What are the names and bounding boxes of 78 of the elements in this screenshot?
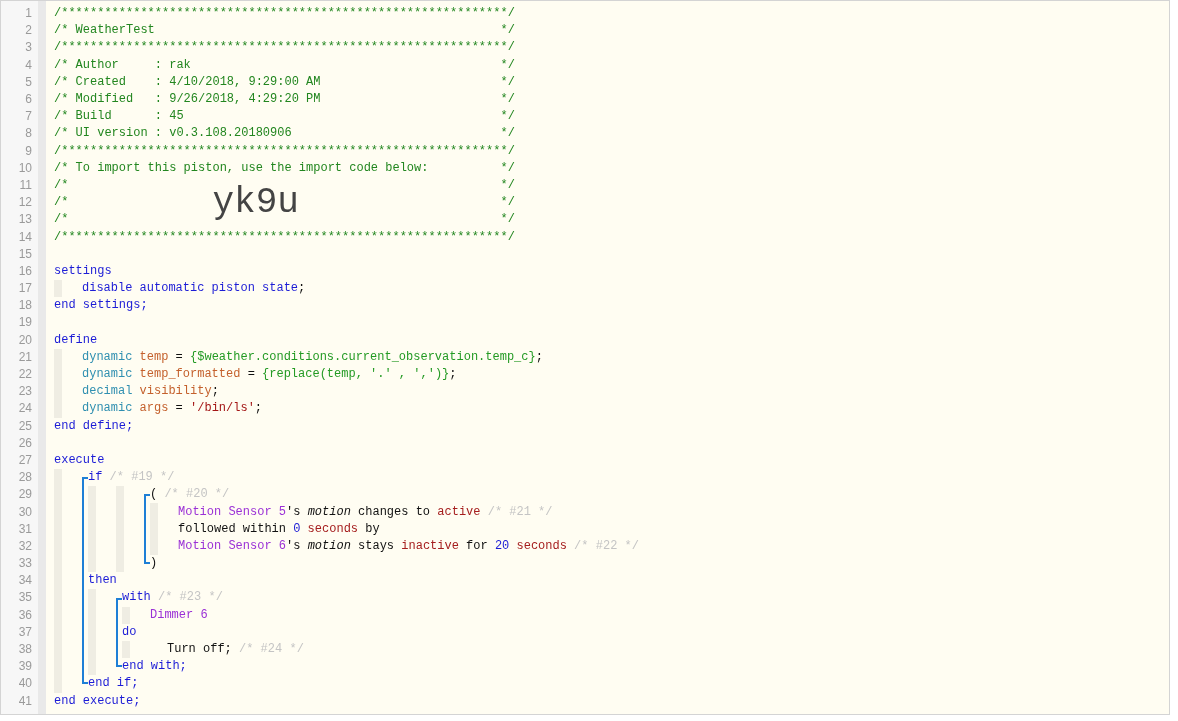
line-number: 17 xyxy=(18,280,32,298)
code-line: /**************************************************************/ xyxy=(54,142,515,160)
line-number: 16 xyxy=(18,262,32,280)
line-number: 35 xyxy=(18,589,32,607)
line-number: 14 xyxy=(18,228,32,246)
code-line: define xyxy=(54,331,98,349)
line-number: 4 xyxy=(25,56,32,74)
line-number: 40 xyxy=(18,675,32,693)
code-line: dynamic temp_formatted = {replace(temp, '.' , ',')}; xyxy=(82,366,457,384)
code-line: dynamic args = '/bin/ls'; xyxy=(82,400,263,418)
line-number: 32 xyxy=(18,537,32,555)
code-line: do xyxy=(122,623,137,641)
code-line: /* UI version : v0.3.108.20180906 */ xyxy=(54,125,515,143)
code-line: ) xyxy=(150,555,158,573)
line-number: 7 xyxy=(25,108,32,126)
line-number: 5 xyxy=(25,73,32,91)
line-number: 19 xyxy=(18,314,32,332)
line-number: 26 xyxy=(18,434,32,452)
code-line: /* Author : rak */ xyxy=(54,56,515,74)
code-line: /* WeatherTest */ xyxy=(54,22,515,40)
code-line: with /* #23 */ xyxy=(122,589,223,607)
line-number: 18 xyxy=(18,297,32,315)
line-number: 41 xyxy=(18,692,32,710)
line-number: 24 xyxy=(18,400,32,418)
line-number: 31 xyxy=(18,520,32,538)
line-number: 25 xyxy=(18,417,32,435)
line-number: 34 xyxy=(18,572,32,590)
code-line: Dimmer 6 xyxy=(150,606,208,624)
line-number: 15 xyxy=(18,245,32,263)
line-number: 6 xyxy=(25,91,32,109)
code-line: decimal visibility; xyxy=(82,383,219,401)
code-line: disable automatic piston state; xyxy=(82,280,306,298)
code-line: end settings; xyxy=(54,297,148,315)
line-number: 9 xyxy=(25,142,32,160)
code-line: dynamic temp = {$weather.conditions.current_observation.temp_c}; xyxy=(82,348,543,366)
code-line: ( /* #20 */ xyxy=(150,486,230,504)
code-line: end with; xyxy=(122,658,187,676)
code-comment: /* xyxy=(54,194,70,212)
code-line: then xyxy=(88,572,117,590)
code-line: if /* #19 */ xyxy=(88,469,175,487)
line-number: 30 xyxy=(18,503,32,521)
line-number: 3 xyxy=(25,39,32,57)
line-number: 10 xyxy=(18,159,32,177)
code-line: followed within 0 seconds by xyxy=(178,520,380,538)
line-number: 27 xyxy=(18,451,32,469)
code-line: Turn off; /* #24 */ xyxy=(167,641,304,659)
line-number: 11 xyxy=(19,176,32,194)
line-number: 20 xyxy=(18,331,32,349)
line-number: 8 xyxy=(25,125,32,143)
line-number: 36 xyxy=(18,606,32,624)
line-number: 21 xyxy=(18,348,32,366)
code-line: /* Build : 45 */ xyxy=(54,108,515,126)
code-line: end execute; xyxy=(54,692,141,710)
line-number: 12 xyxy=(18,194,32,212)
line-number: 1 xyxy=(25,5,32,23)
code-line: Motion Sensor 6's motion stays inactive for 20 seconds /* #22 */ xyxy=(178,537,639,555)
code-line: /**************************************************************/ xyxy=(54,228,515,246)
code-line: end define; xyxy=(54,417,134,435)
line-number: 28 xyxy=(18,469,32,487)
code-line: /* Created : 4/10/2018, 9:29:00 AM */ xyxy=(54,73,515,91)
line-number: 33 xyxy=(18,555,32,573)
line-number: 37 xyxy=(18,623,32,641)
line-number: 29 xyxy=(18,486,32,504)
code-line: end if; xyxy=(88,675,139,693)
code-line: /* To import this piston, use the import code below: */ xyxy=(54,159,515,177)
code-line: /* Modified : 9/26/2018, 4:29:20 PM */ xyxy=(54,91,515,109)
line-number: 23 xyxy=(18,383,32,401)
line-number: 39 xyxy=(18,658,32,676)
line-number: 2 xyxy=(25,22,32,40)
code-line: settings xyxy=(54,262,112,280)
code-line: /**************************************************************/ xyxy=(54,39,515,57)
code-comment: */ xyxy=(499,194,515,212)
line-number: 38 xyxy=(18,641,32,659)
line-number: 13 xyxy=(18,211,32,229)
line-number: 22 xyxy=(18,366,32,384)
code-line: Motion Sensor 5's motion changes to active /* #21 */ xyxy=(178,503,553,521)
code-line: execute xyxy=(54,451,105,469)
code-line: /**************************************************************/ xyxy=(54,5,515,23)
